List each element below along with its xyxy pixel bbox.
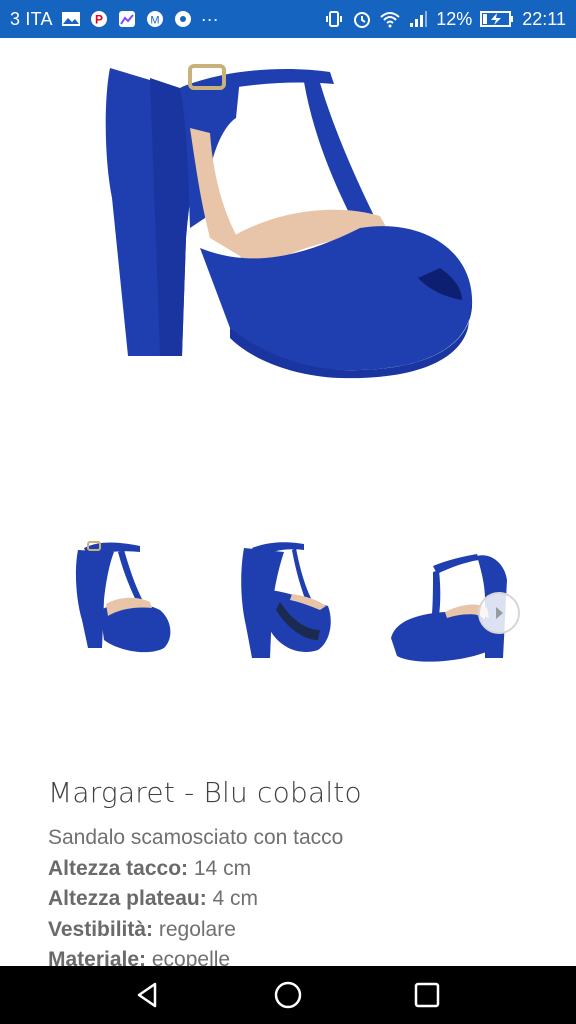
product-details: Margaret - Blu cobalto Sandalo scamoscia… xyxy=(48,776,558,976)
battery-percent: 12% xyxy=(436,8,473,29)
gallery-icon xyxy=(117,9,137,29)
status-bar-right: 12% 22:11 xyxy=(324,9,566,30)
product-title: Margaret - Blu cobalto xyxy=(48,776,362,809)
svg-text:M: M xyxy=(150,15,159,27)
back-icon xyxy=(138,982,157,1008)
vibrate-icon xyxy=(324,9,344,29)
spec-key: Altezza plateau: xyxy=(48,887,207,910)
home-icon xyxy=(274,981,302,1009)
recents-button[interactable] xyxy=(407,975,447,1015)
home-button[interactable] xyxy=(268,975,308,1015)
chevron-right-icon xyxy=(496,607,503,619)
spec-value: 4 cm xyxy=(206,887,259,910)
back-button[interactable] xyxy=(129,975,169,1015)
svg-text:P: P xyxy=(95,13,103,27)
product-description: Sandalo scamosciato con tacco xyxy=(48,826,344,849)
alarm-icon xyxy=(352,9,372,29)
overflow-indicator: ··· xyxy=(200,8,219,29)
system-nav-bar xyxy=(0,966,576,1024)
spec-key: Altezza tacco: xyxy=(48,856,189,880)
spec-value: 14 cm xyxy=(188,856,252,880)
spec-value: regolare xyxy=(153,917,236,941)
status-bar: 3 ITA P M ··· 12% 22:11 xyxy=(0,0,576,38)
thumbnail-side-view[interactable] xyxy=(60,530,190,680)
mail-icon: M xyxy=(145,9,165,29)
status-bar-left: 3 ITA P M ··· xyxy=(10,9,219,30)
carrier-label: 3 ITA xyxy=(10,8,53,29)
battery-charging-icon xyxy=(480,9,514,29)
spec-platform-height: Altezza plateau: 4 cm xyxy=(48,884,558,915)
wifi-icon xyxy=(380,9,400,29)
gallery-next-button[interactable] xyxy=(478,592,520,634)
signal-icon xyxy=(408,9,428,29)
clock: 22:11 xyxy=(522,8,566,29)
spec-key: Vestibilità: xyxy=(48,917,154,941)
thumbnail-back-view[interactable] xyxy=(222,530,352,680)
product-main-image[interactable] xyxy=(0,38,576,478)
spec-heel-height: Altezza tacco: 14 cm xyxy=(48,854,558,885)
photo-notification-icon xyxy=(61,9,81,29)
pinterest-icon: P xyxy=(89,9,109,29)
vpn-icon xyxy=(173,9,193,29)
recents-icon xyxy=(414,982,439,1008)
cobalt-blue-sandal-image xyxy=(105,64,473,379)
spec-fit: Vestibilità: regolare xyxy=(48,915,558,946)
